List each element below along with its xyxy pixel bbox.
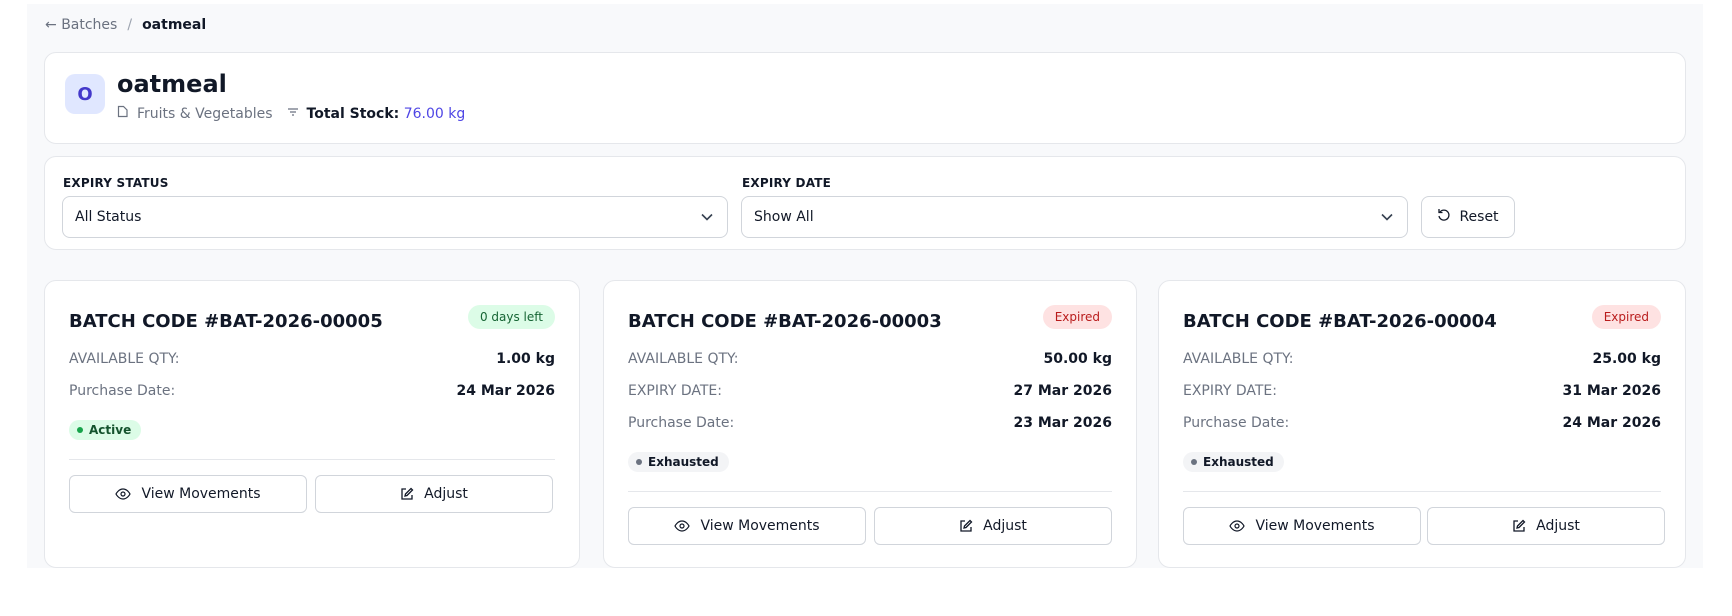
product-avatar: O [65, 74, 105, 114]
folder-icon [117, 105, 129, 122]
available-qty-label: AVAILABLE QTY: [69, 351, 180, 367]
edit-icon [959, 519, 973, 533]
available-qty-value: 25.00 kg [1592, 351, 1662, 367]
divider [69, 459, 555, 460]
expiry-status-select[interactable]: All Status [62, 196, 728, 238]
eye-icon [115, 488, 132, 500]
available-qty-value: 50.00 kg [1043, 351, 1113, 367]
breadcrumb-current: oatmeal [142, 17, 207, 33]
expiry-date-label: EXPIRY DATE: [1183, 383, 1277, 399]
available-qty-row: AVAILABLE QTY: 25.00 kg [1183, 351, 1661, 367]
layers-icon [287, 106, 299, 122]
breadcrumb: ← Batches / oatmeal [45, 17, 206, 33]
divider [628, 491, 1112, 492]
batch-card: BATCH CODE #BAT-2026-00005 0 days left A… [44, 280, 580, 568]
back-link-label: Batches [61, 17, 118, 33]
status-dot-icon [636, 459, 642, 465]
arrow-left-icon: ← [45, 17, 57, 33]
purchase-date-label: Purchase Date: [69, 383, 176, 399]
product-header-card: O oatmeal Fruits & Vegetables Total Stoc… [44, 52, 1686, 144]
batch-code: BATCH CODE #BAT-2026-00004 [1183, 311, 1497, 332]
status-badge: Active [69, 420, 142, 440]
expired-badge: Expired [1591, 305, 1661, 329]
expiry-date-label: EXPIRY DATE: [628, 383, 722, 399]
batch-code: BATCH CODE #BAT-2026-00005 [69, 311, 383, 332]
adjust-label: Adjust [424, 486, 468, 502]
refresh-icon [1437, 208, 1451, 226]
available-qty-row: AVAILABLE QTY: 50.00 kg [628, 351, 1112, 367]
breadcrumb-separator: / [127, 17, 133, 33]
adjust-button[interactable]: Adjust [1427, 507, 1665, 545]
batch-card: BATCH CODE #BAT-2026-00004 Expired AVAIL… [1158, 280, 1686, 568]
batch-card: BATCH CODE #BAT-2026-00003 Expired AVAIL… [603, 280, 1137, 568]
status-badge: Exhausted [1183, 452, 1284, 472]
total-stock-label: Total Stock: [306, 105, 400, 122]
expiry-date-value: Show All [754, 209, 814, 225]
status-label: Active [89, 423, 132, 437]
status-label: Exhausted [648, 455, 719, 469]
expiry-date-value: 31 Mar 2026 [1562, 383, 1661, 399]
product-name: oatmeal [117, 70, 227, 98]
available-qty-row: AVAILABLE QTY: 1.00 kg [69, 351, 555, 367]
adjust-button[interactable]: Adjust [874, 507, 1112, 545]
edit-icon [400, 487, 414, 501]
view-movements-label: View Movements [141, 486, 261, 502]
view-movements-label: View Movements [700, 518, 820, 534]
purchase-date-row: Purchase Date: 23 Mar 2026 [628, 415, 1112, 431]
edit-icon [1512, 519, 1526, 533]
available-qty-label: AVAILABLE QTY: [628, 351, 739, 367]
expired-badge: Expired [1042, 305, 1112, 329]
back-link[interactable]: ← Batches [45, 17, 117, 33]
eye-icon [674, 520, 691, 532]
view-movements-button[interactable]: View Movements [69, 475, 307, 513]
expiry-date-row: EXPIRY DATE: 31 Mar 2026 [1183, 383, 1661, 399]
reset-button[interactable]: Reset [1421, 196, 1515, 238]
view-movements-button[interactable]: View Movements [628, 507, 866, 545]
status-label: Exhausted [1203, 455, 1274, 469]
adjust-label: Adjust [983, 518, 1027, 534]
status-badge: Exhausted [628, 452, 729, 472]
chevron-down-icon [701, 209, 713, 225]
adjust-button[interactable]: Adjust [315, 475, 553, 513]
purchase-date-row: Purchase Date: 24 Mar 2026 [69, 383, 555, 399]
batch-code: BATCH CODE #BAT-2026-00003 [628, 311, 942, 332]
product-meta: Fruits & Vegetables Total Stock: 76.00 k… [117, 105, 465, 122]
product-category: Fruits & Vegetables [137, 105, 273, 122]
purchase-date-row: Purchase Date: 24 Mar 2026 [1183, 415, 1661, 431]
expiry-date-row: EXPIRY DATE: 27 Mar 2026 [628, 383, 1112, 399]
status-dot-icon [1191, 459, 1197, 465]
chevron-down-icon [1381, 209, 1393, 225]
purchase-date-value: 23 Mar 2026 [1013, 415, 1112, 431]
available-qty-value: 1.00 kg [496, 351, 555, 367]
expiry-date-value: 27 Mar 2026 [1013, 383, 1112, 399]
status-dot-icon [77, 427, 83, 433]
divider [1183, 491, 1661, 492]
total-stock-value: 76.00 kg [403, 105, 466, 122]
days-left-badge: 0 days left [467, 305, 555, 329]
available-qty-label: AVAILABLE QTY: [1183, 351, 1294, 367]
page-container: ← Batches / oatmeal O oatmeal Fruits & V… [27, 4, 1703, 568]
purchase-date-label: Purchase Date: [628, 415, 735, 431]
expiry-date-select[interactable]: Show All [741, 196, 1408, 238]
expiry-status-value: All Status [75, 209, 142, 225]
view-movements-label: View Movements [1255, 518, 1375, 534]
view-movements-button[interactable]: View Movements [1183, 507, 1421, 545]
expiry-date-label: EXPIRY DATE [742, 176, 832, 190]
expiry-status-label: EXPIRY STATUS [63, 176, 169, 190]
reset-label: Reset [1459, 209, 1499, 225]
adjust-label: Adjust [1536, 518, 1580, 534]
filter-card: EXPIRY STATUS All Status EXPIRY DATE Sho… [44, 156, 1686, 250]
purchase-date-value: 24 Mar 2026 [456, 383, 555, 399]
purchase-date-value: 24 Mar 2026 [1562, 415, 1661, 431]
purchase-date-label: Purchase Date: [1183, 415, 1290, 431]
eye-icon [1229, 520, 1246, 532]
